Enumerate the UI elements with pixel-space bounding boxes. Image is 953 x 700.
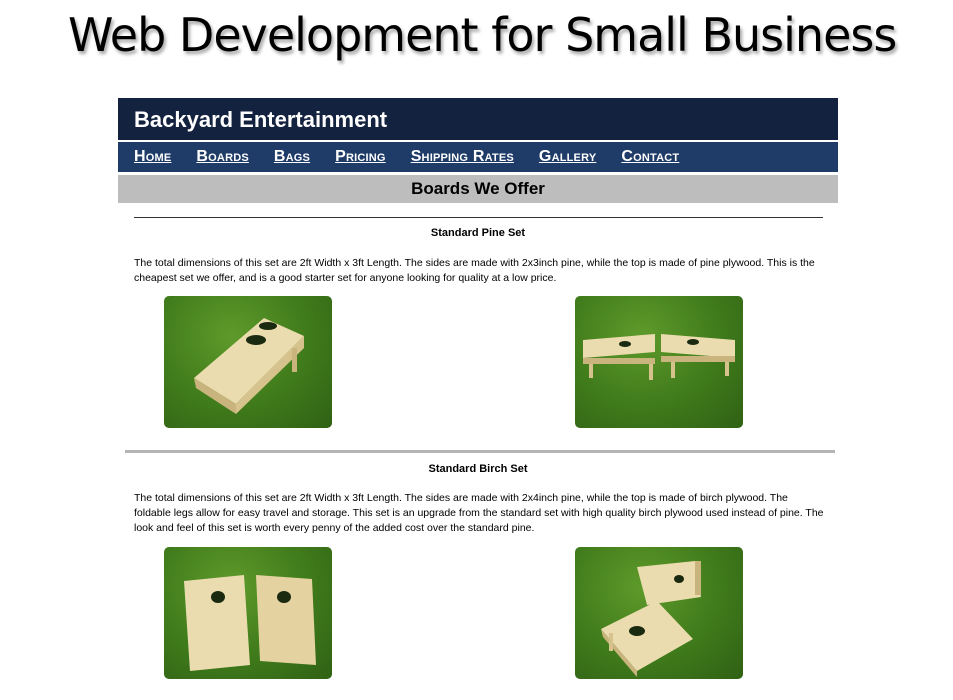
nav-pricing[interactable]: Pricing: [335, 148, 386, 166]
page-banner-title: Web Development for Small Business: [68, 8, 897, 62]
section-title: Boards We Offer: [118, 175, 838, 203]
birch-board-photo-folded: [575, 547, 743, 679]
set-description-birch: The total dimensions of this set are 2ft…: [134, 492, 824, 534]
set-title-pine: Standard Pine Set: [430, 227, 526, 239]
main-nav: Home Boards Bags Pricing Shipping Rates …: [118, 142, 838, 172]
nav-contact[interactable]: Contact: [621, 148, 679, 166]
nav-bags[interactable]: Bags: [274, 148, 310, 166]
birch-board-photo-flat: [164, 547, 332, 679]
set-description-pine: The total dimensions of this set are 2ft…: [134, 257, 815, 284]
site-title: Backyard Entertainment: [118, 98, 838, 140]
nav-gallery[interactable]: Gallery: [539, 148, 596, 166]
set-title-birch: Standard Birch Set: [428, 463, 528, 475]
nav-home[interactable]: Home: [134, 148, 171, 166]
pine-board-photo-pair: [575, 296, 743, 428]
website-preview: Backyard Entertainment Home Boards Bags …: [118, 98, 838, 700]
divider-thick: [125, 450, 835, 453]
divider: [134, 217, 823, 218]
nav-boards[interactable]: Boards: [196, 148, 248, 166]
nav-shipping-rates[interactable]: Shipping Rates: [411, 148, 514, 166]
pine-board-photo-angled: [164, 296, 332, 428]
